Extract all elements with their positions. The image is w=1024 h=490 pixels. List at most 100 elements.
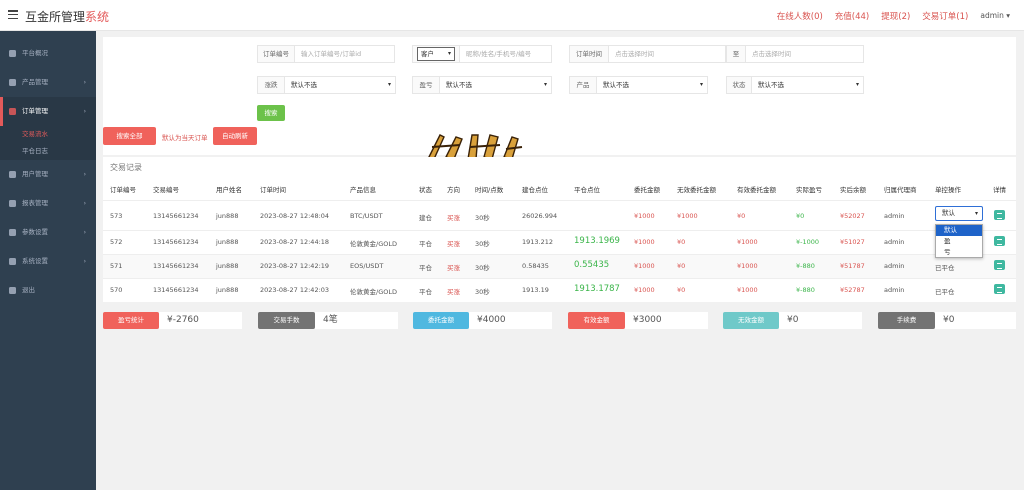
cell-amount: ¥1000 bbox=[634, 212, 655, 220]
sidebar-item-logout[interactable]: 退出 bbox=[0, 276, 96, 305]
header-product: 产品信息 bbox=[350, 186, 376, 194]
sidebar-item-label: 产品管理 bbox=[22, 78, 48, 86]
cell-invalid-amount: ¥0 bbox=[677, 286, 686, 294]
cell-open-price: 26026.994 bbox=[522, 212, 558, 220]
cell-direction: 买涨 bbox=[447, 240, 460, 248]
detail-icon[interactable] bbox=[994, 236, 1005, 246]
search-all-button[interactable]: 搜索全部 bbox=[103, 127, 156, 145]
product-select[interactable]: 默认不选 ▾ bbox=[597, 76, 708, 94]
cell-balance: ¥51787 bbox=[840, 262, 865, 270]
order-time-label: 订单时间 bbox=[569, 45, 609, 63]
stat-badge-valid: 有效金额 bbox=[568, 312, 625, 329]
order-icon bbox=[9, 108, 16, 115]
cell-order-id: 570 bbox=[110, 286, 123, 294]
profit-select[interactable]: 默认不选 ▾ bbox=[440, 76, 552, 94]
customer-type-select[interactable]: 客户 ▾ bbox=[417, 47, 455, 61]
table-row bbox=[103, 254, 1016, 278]
cell-close-price: 0.55435 bbox=[574, 260, 610, 270]
cell-invalid-amount: ¥1000 bbox=[677, 212, 698, 220]
sidebar-item-label: 用户管理 bbox=[22, 170, 48, 178]
chevron-down-icon: ▾ bbox=[855, 81, 859, 88]
status-select[interactable]: 默认不选 ▾ bbox=[752, 76, 864, 94]
detail-icon[interactable] bbox=[994, 210, 1005, 220]
cell-user: jun888 bbox=[216, 262, 239, 270]
cell-order-id: 573 bbox=[110, 212, 123, 220]
params-icon bbox=[9, 229, 16, 236]
cell-valid-amount: ¥0 bbox=[737, 212, 746, 220]
cell-close-price: 1913.1969 bbox=[574, 236, 620, 246]
header-detail: 详情 bbox=[993, 186, 1006, 194]
user-icon bbox=[9, 171, 16, 178]
cell-order-id: 572 bbox=[110, 238, 123, 246]
sidebar-item-orders[interactable]: 订单管理 › bbox=[0, 97, 96, 126]
product-icon bbox=[9, 79, 16, 86]
sidebar-item-label: 参数设置 bbox=[22, 228, 48, 236]
brand-title: 互金所管理系统 bbox=[25, 8, 109, 25]
stat-badge-invalid: 无效金额 bbox=[723, 312, 779, 329]
sidebar-item-products[interactable]: 产品管理 › bbox=[0, 68, 96, 97]
logout-icon bbox=[9, 287, 16, 294]
cell-user: jun888 bbox=[216, 212, 239, 220]
stat-badge-fee: 手续费 bbox=[878, 312, 935, 329]
auto-refresh-button[interactable]: 自动刷新 bbox=[213, 127, 257, 145]
sidebar-item-users[interactable]: 用户管理 › bbox=[0, 160, 96, 189]
to-label: 至 bbox=[726, 45, 746, 63]
control-option-default[interactable]: 默认 bbox=[936, 225, 982, 236]
cell-balance: ¥52027 bbox=[840, 212, 865, 220]
cell-trade-no: 13145661234 bbox=[153, 286, 199, 294]
cell-agent: admin bbox=[884, 238, 905, 246]
withdraw-link[interactable]: 提现(2) bbox=[881, 10, 910, 22]
today-orders-note: 默认为当天订单 bbox=[162, 134, 208, 142]
user-menu[interactable]: admin ▾ bbox=[980, 10, 1010, 22]
direction-select[interactable]: 默认不选 ▾ bbox=[285, 76, 396, 94]
cell-status: 建仓 bbox=[419, 214, 432, 222]
order-no-input[interactable]: 输入订单编号/订单id bbox=[295, 45, 395, 63]
header-trade-no: 交易编号 bbox=[153, 186, 179, 194]
cell-balance: ¥51027 bbox=[840, 238, 865, 246]
sidebar-sub-trade-flow[interactable]: 交易流水 bbox=[0, 126, 96, 143]
direction-value: 默认不选 bbox=[291, 81, 317, 89]
header-invalid-amount: 无效委托金额 bbox=[677, 186, 716, 194]
cell-status: 平仓 bbox=[419, 288, 432, 296]
control-option-loss[interactable]: 亏 bbox=[936, 247, 982, 258]
sidebar-sub-close-log[interactable]: 平仓日志 bbox=[0, 143, 96, 160]
online-users-link[interactable]: 在线人数(0) bbox=[777, 10, 823, 22]
cell-invalid-amount: ¥0 bbox=[677, 238, 686, 246]
search-button[interactable]: 搜索 bbox=[257, 105, 285, 121]
brand-main: 互金所管理 bbox=[25, 10, 86, 24]
cell-balance: ¥52787 bbox=[840, 286, 865, 294]
customer-type-value: 客户 bbox=[421, 50, 434, 58]
sidebar-item-reports[interactable]: 报表管理 › bbox=[0, 189, 96, 218]
control-option-profit[interactable]: 盈 bbox=[936, 236, 982, 247]
cell-amount: ¥1000 bbox=[634, 262, 655, 270]
chevron-down-icon: ▾ bbox=[447, 50, 451, 57]
cell-profit: ¥-880 bbox=[796, 286, 815, 294]
header-open-price: 建仓点位 bbox=[522, 186, 548, 194]
stat-badge-amount: 委托金额 bbox=[413, 312, 469, 329]
date-from-input[interactable]: 点击选择时间 bbox=[609, 45, 726, 63]
recharge-link[interactable]: 充值(44) bbox=[835, 10, 869, 22]
sidebar-item-dashboard[interactable]: 平台概况 bbox=[0, 39, 96, 68]
detail-icon[interactable] bbox=[994, 284, 1005, 294]
top-bar: 互金所管理系统 在线人数(0) 充值(44) 提现(2) 交易订单(1) adm… bbox=[0, 0, 1024, 31]
customer-search-input[interactable]: 昵称/姓名/手机号/编号 bbox=[460, 45, 552, 63]
stat-value-amount: ¥4000 bbox=[469, 312, 552, 329]
date-to-input[interactable]: 点击选择时间 bbox=[746, 45, 864, 63]
cell-product: 伦敦黄金/GOLD bbox=[350, 288, 397, 296]
detail-icon[interactable] bbox=[994, 260, 1005, 270]
status-value: 默认不选 bbox=[758, 81, 784, 89]
menu-toggle-icon[interactable] bbox=[8, 10, 18, 20]
status-label: 状态 bbox=[726, 76, 752, 94]
product-value: 默认不选 bbox=[603, 81, 629, 89]
cell-duration: 30秒 bbox=[475, 214, 490, 222]
sidebar-item-params[interactable]: 参数设置 › bbox=[0, 218, 96, 247]
cell-duration: 30秒 bbox=[475, 264, 490, 272]
sidebar-item-system[interactable]: 系统设置 › bbox=[0, 247, 96, 276]
cell-time: 2023-08-27 12:48:04 bbox=[260, 212, 330, 220]
top-nav: 在线人数(0) 充值(44) 提现(2) 交易订单(1) admin ▾ bbox=[777, 10, 1010, 22]
control-select[interactable]: 默认 ▾ bbox=[935, 206, 983, 221]
stat-value-invalid: ¥0 bbox=[779, 312, 862, 329]
trade-orders-link[interactable]: 交易订单(1) bbox=[922, 10, 968, 22]
cell-profit: ¥0 bbox=[796, 212, 805, 220]
